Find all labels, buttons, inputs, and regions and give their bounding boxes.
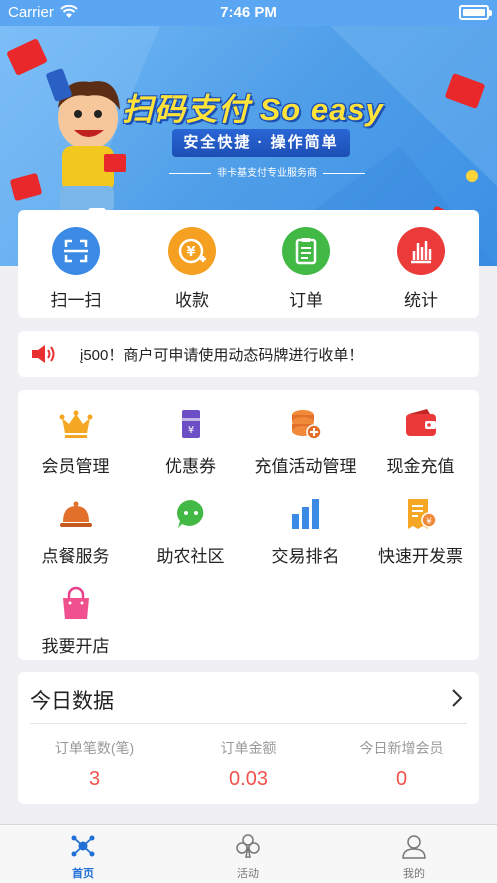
tab-home[interactable]: 首页 [23,833,143,881]
tab-bar: 首页 活动 我的 [0,824,497,883]
divider [30,723,467,724]
svg-text:¥: ¥ [187,425,193,436]
user-icon [402,835,426,859]
receive-payment-button[interactable]: ¥ 收款 [142,227,242,311]
banner-title: 扫码支付 So easy [122,92,384,127]
transaction-ranking-label: 交易排名 [271,547,340,566]
orders-label: 订单 [289,291,323,310]
dish-cover-icon [58,496,94,532]
cash-recharge-label: 现金充值 [386,457,455,476]
scan-button[interactable]: 扫一扫 [26,227,126,311]
tab-mine[interactable]: 我的 [354,833,474,881]
statistics-button[interactable]: 统计 [371,227,471,311]
notice-text: į500！商户可申请使用动态码牌进行收单！ [80,347,364,364]
tab-mine-label: 我的 [403,868,425,880]
coupon-icon: ¥ [173,406,209,442]
quick-actions-card: 扫一扫 ¥ 收款 订单 统计 [18,210,479,318]
order-count-stat: 订单笔数(笔) 3 [18,738,171,791]
orders-button[interactable]: 订单 [256,227,356,311]
notice-bar[interactable]: į500！商户可申请使用动态码牌进行收单！ [18,331,479,377]
battery-icon [459,5,492,20]
wallet-icon [403,406,439,442]
home-network-icon [71,835,95,857]
new-members-label: 今日新增会员 [359,740,444,756]
farm-community-label: 助农社区 [156,547,225,566]
tab-activity[interactable]: 活动 [188,833,308,881]
order-count-value: 3 [88,768,101,790]
transaction-ranking-button[interactable]: 交易排名 [248,496,363,567]
new-members-value: 0 [395,768,408,790]
services-grid: 会员管理 ¥ 优惠券 充值活动管理 现金充值 点餐服务 助农社区 交易排名 ¥ … [18,390,479,660]
banner-subtitle: 安全快捷 · 操作简单 [172,129,350,157]
club-icon [236,834,260,858]
today-data-title: 今日数据 [30,690,114,713]
order-count-label: 订单笔数(笔) [54,740,135,756]
chat-bubble-icon [173,496,209,532]
shopping-bag-icon [58,586,94,622]
order-amount-value: 0.03 [229,768,268,790]
statistics-label: 统计 [404,291,438,310]
open-shop-button[interactable]: 我要开店 [18,586,133,657]
tab-home-label: 首页 [72,868,94,880]
clock: 7:46 PM [220,4,277,21]
open-shop-label: 我要开店 [41,637,110,656]
coupon-label: 优惠券 [165,457,216,476]
speaker-icon [30,344,56,369]
cash-recharge-button[interactable]: 现金充值 [363,406,478,477]
farm-community-button[interactable]: 助农社区 [133,496,248,567]
crown-icon [58,406,94,442]
invoice-icon: ¥ [403,496,439,532]
today-data-card: 今日数据 订单笔数(笔) 3 订单金额 0.03 今日新增会员 0 [18,672,479,804]
scan-label: 扫一扫 [50,291,102,310]
quick-invoice-button[interactable]: ¥ 快速开发票 [363,496,478,567]
food-ordering-label: 点餐服务 [41,547,110,566]
recharge-campaign-button[interactable]: 充值活动管理 [248,406,363,477]
member-management-button[interactable]: 会员管理 [18,406,133,477]
recharge-campaign-label: 充值活动管理 [254,457,357,476]
svg-text:¥: ¥ [186,245,195,260]
member-management-label: 会员管理 [41,457,110,476]
yuan-receive-icon: ¥ [168,227,216,275]
banner-tagline: 非卡基支付专业服务商 [152,164,382,179]
tab-activity-label: 活动 [237,868,259,880]
coupon-button[interactable]: ¥ 优惠券 [133,406,248,477]
status-bar: Carrier 7:46 PM [0,0,497,26]
svg-text:¥: ¥ [426,517,432,527]
ranking-bars-icon [288,496,324,532]
order-clipboard-icon [282,227,330,275]
food-ordering-button[interactable]: 点餐服务 [18,496,133,567]
new-members-stat: 今日新增会员 0 [325,738,478,791]
order-amount-label: 订单金额 [220,740,277,756]
coins-icon [288,406,324,442]
quick-invoice-label: 快速开发票 [378,547,463,566]
receive-payment-label: 收款 [175,291,209,310]
scan-icon [52,227,100,275]
bar-chart-icon [397,227,445,275]
order-amount-stat: 订单金额 0.03 [172,738,325,791]
chevron-right-icon[interactable] [451,688,463,713]
